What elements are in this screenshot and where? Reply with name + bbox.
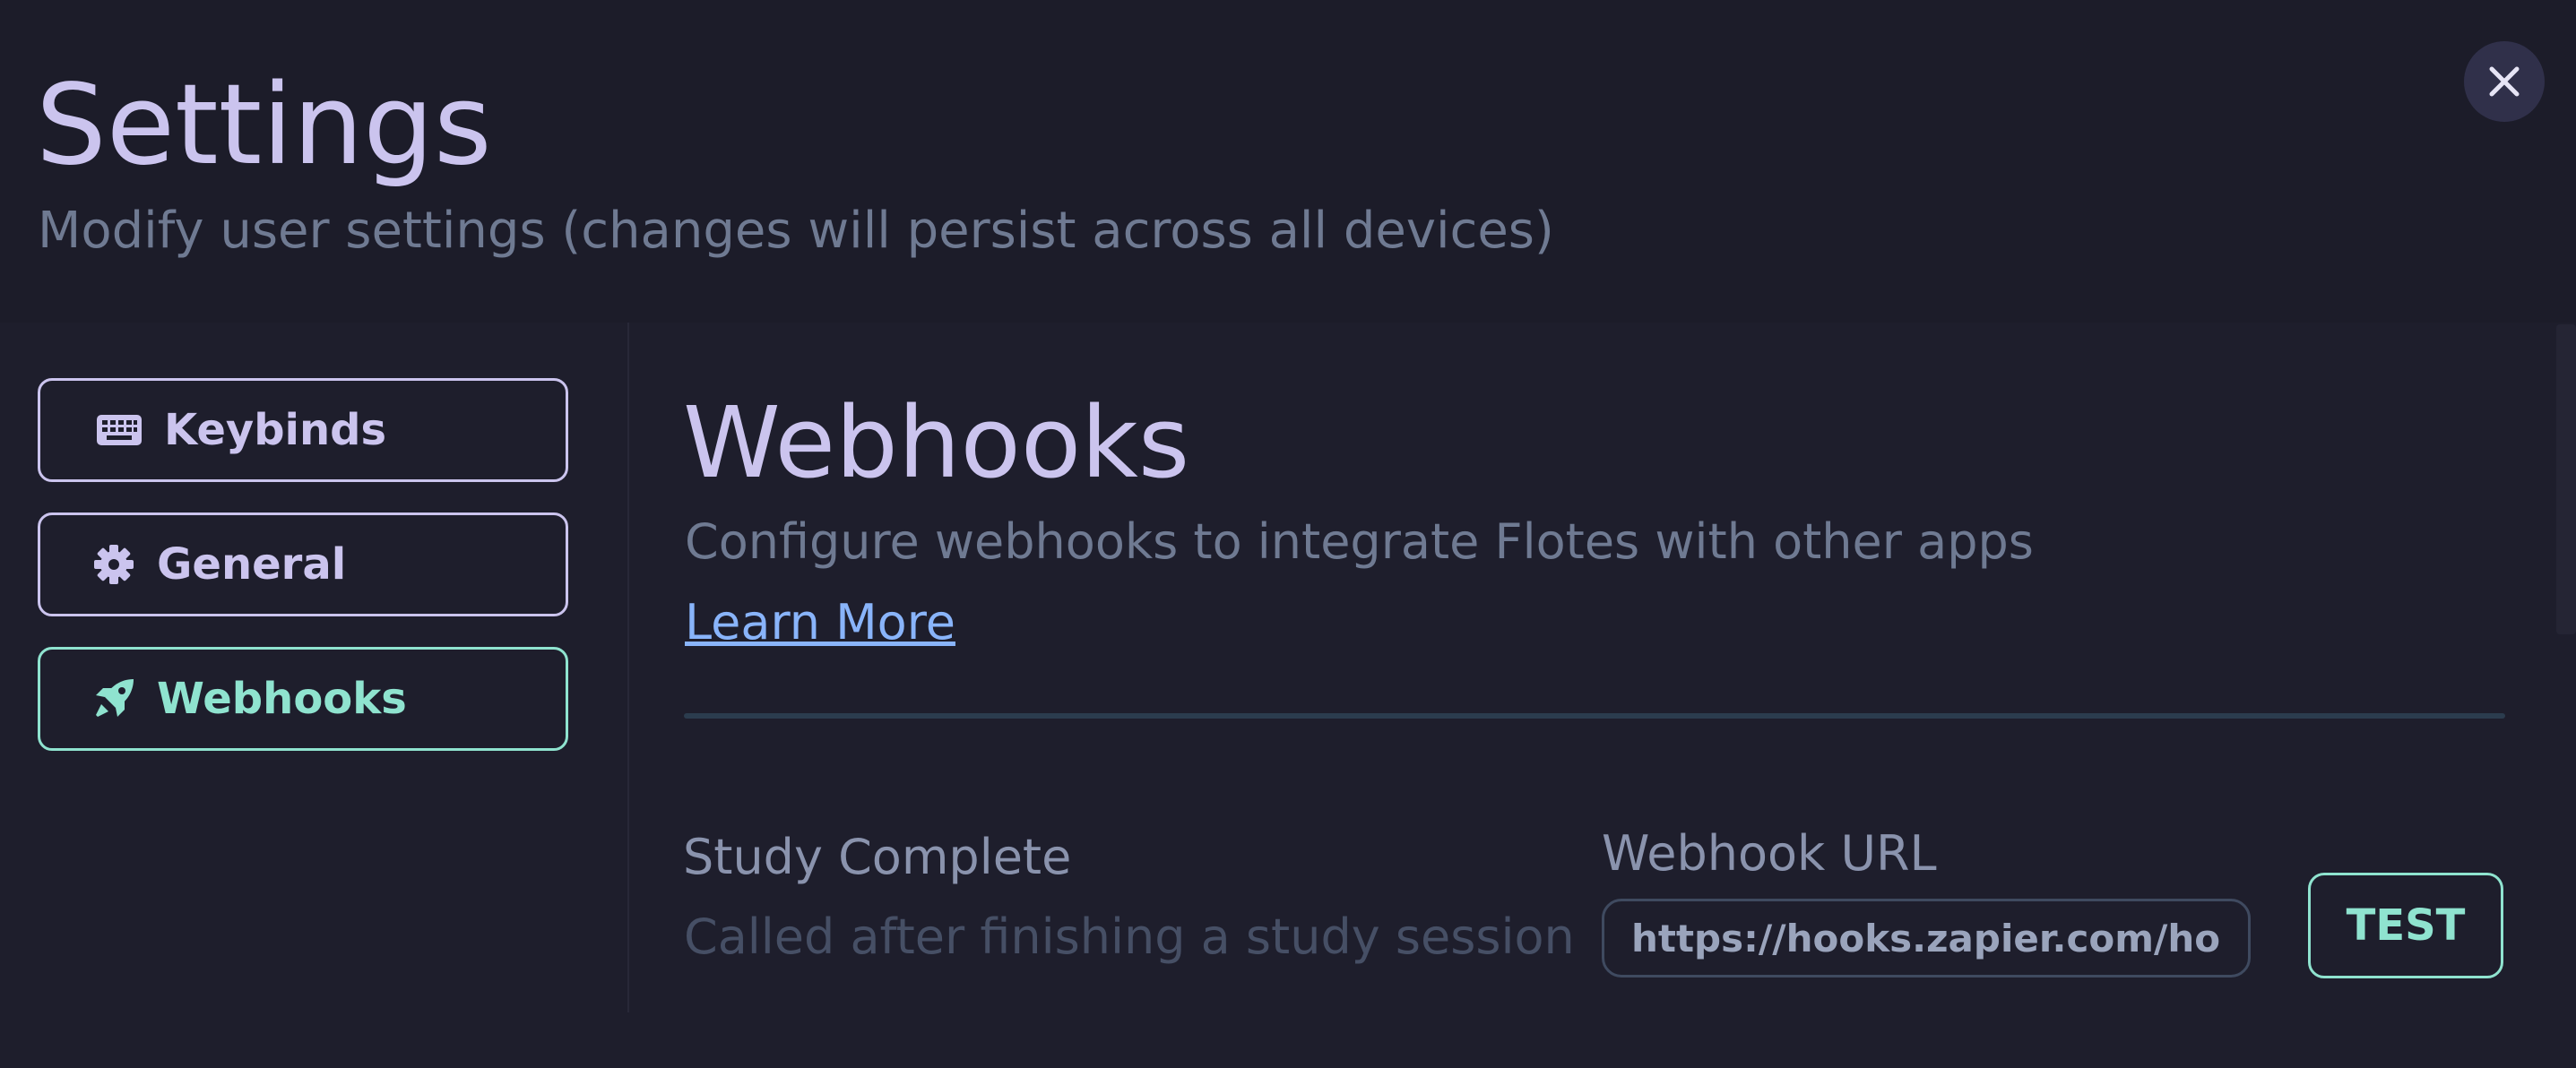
webhook-description: Called after finishing a study session [684,909,1575,965]
close-icon [2489,66,2520,97]
webhook-name: Study Complete [683,829,1072,885]
gear-icon [87,538,141,591]
webhook-url-input[interactable] [1602,899,2251,978]
sidebar-item-label: Webhooks [157,674,407,724]
keyboard-icon [92,403,146,457]
page-subtitle: Modify user settings (changes will persi… [38,202,1554,260]
divider [684,713,2505,719]
sidebar-item-label: Keybinds [164,405,387,455]
settings-modal: Settings Modify user settings (changes w… [0,0,2576,1068]
test-button[interactable]: TEST [2308,873,2503,978]
sidebar-item-keybinds[interactable]: Keybinds [38,378,568,482]
content-scrollbar[interactable] [2556,324,2576,634]
learn-more-link[interactable]: Learn More [685,587,955,659]
sidebar-item-general[interactable]: General [38,512,568,616]
webhook-url-label: Webhook URL [1602,825,1937,882]
sidebar-item-label: General [157,539,347,590]
close-button[interactable] [2464,41,2545,122]
page-title: Settings [36,61,492,190]
webhooks-panel: Webhooks Configure webhooks to integrate… [627,323,2554,1068]
rocket-icon [87,672,141,726]
sidebar-item-webhooks[interactable]: Webhooks [38,647,568,751]
section-description: Configure webhooks to integrate Flotes w… [685,513,2034,570]
settings-sidebar: Keybinds General Webhooks [0,323,629,1012]
settings-header: Settings Modify user settings (changes w… [0,0,2576,323]
section-title: Webhooks [683,385,1190,500]
